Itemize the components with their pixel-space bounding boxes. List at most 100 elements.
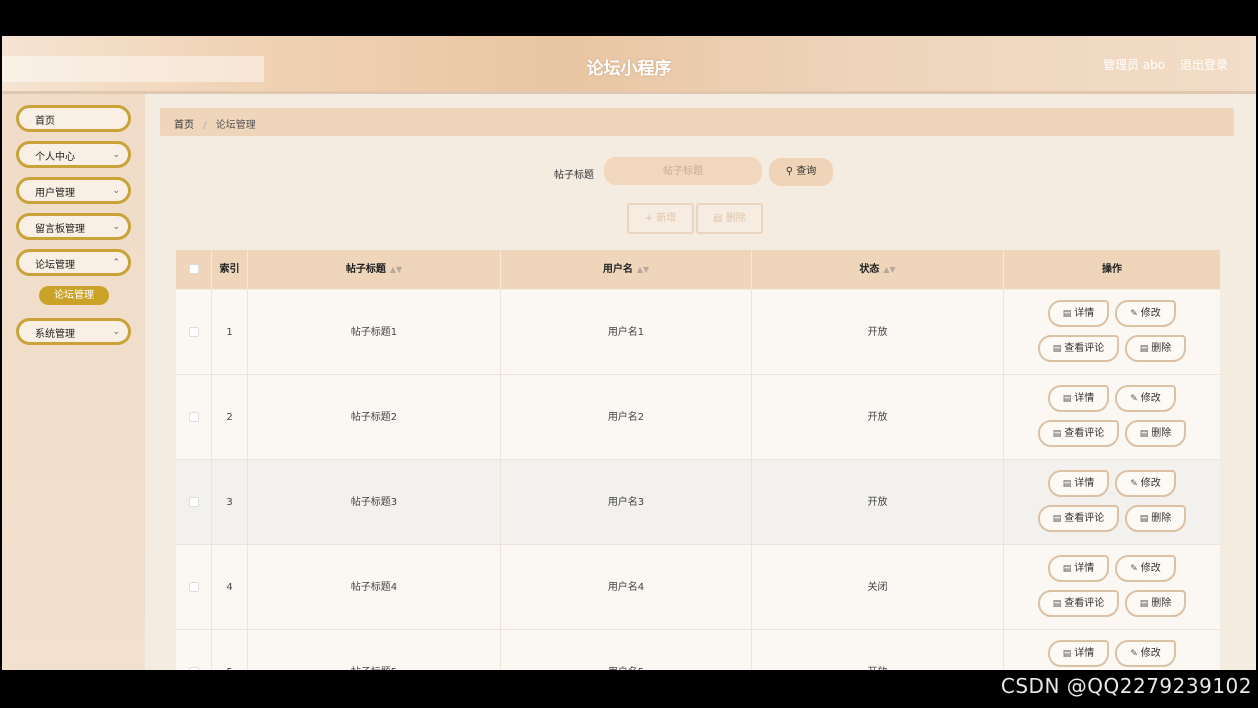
cell-status: 开放 [752,460,1004,545]
document-icon: ▤ [1052,344,1062,354]
row-checkbox[interactable] [188,582,199,592]
delete-button-label: 删除 [1151,598,1172,609]
sidebar-item-messageboard[interactable]: 留言板管理 ⌄ [16,213,131,240]
sort-icon[interactable]: ▲▼ [637,265,649,274]
logout-link[interactable]: 退出登录 [1180,56,1228,73]
view-comments-label: 查看评论 [1064,513,1105,524]
column-header-index: 索引 [212,250,248,289]
cell-status: 开放 [752,630,1004,670]
edit-button-label: 修改 [1140,308,1161,319]
document-icon: ▤ [1062,394,1072,404]
cell-title: 帖子标题1 [248,290,501,375]
row-checkbox[interactable] [188,327,199,337]
sidebar-item-label: 用户管理 [35,188,75,199]
column-header-user[interactable]: 用户名 ▲▼ [501,250,752,289]
detail-button-label: 详情 [1074,563,1095,574]
column-header-status[interactable]: 状态 ▲▼ [752,250,1004,289]
breadcrumb-current: 论坛管理 [215,120,256,131]
watermark-text: CSDN @QQ2279239102 [1000,674,1252,698]
cell-index: 2 [212,375,248,460]
pencil-icon: ✎ [1130,394,1138,404]
delete-button[interactable]: ▤ 删除 [1125,590,1186,617]
cell-actions: ▤详情✎修改▤查看评论▤删除 [1004,460,1220,545]
view-comments-label: 查看评论 [1064,598,1105,609]
edit-button-label: 修改 [1140,563,1161,574]
batch-delete-label: 删除 [725,213,746,224]
row-checkbox[interactable] [188,412,199,422]
app-window: 论坛小程序 管理员 abo 退出登录 首页 个人中心 ⌄ 用户管理 ⌄ 留言板管… [2,36,1256,670]
view-comments-button[interactable]: ▤ 查看评论 [1038,335,1119,362]
detail-button-label: 详情 [1074,478,1095,489]
letterbox-top [0,0,1258,36]
sidebar-subitem-forum-manage[interactable]: 论坛管理 [39,286,109,305]
cell-actions: ▤详情✎修改▤查看评论▤删除 [1004,375,1220,460]
chevron-down-icon: ⌄ [112,327,120,337]
view-comments-label: 查看评论 [1064,343,1105,354]
search-input[interactable] [604,157,762,185]
pencil-icon: ✎ [1130,479,1138,489]
row-checkbox[interactable] [188,497,199,507]
select-all-checkbox[interactable] [188,264,199,274]
delete-button[interactable]: ▤ 删除 [1125,505,1186,532]
detail-button[interactable]: ▤ 详情 [1048,640,1109,667]
view-comments-button[interactable]: ▤ 查看评论 [1038,420,1119,447]
sort-icon[interactable]: ▲▼ [390,265,402,274]
add-button[interactable]: + 新增 [627,203,694,234]
sidebar-item-forum[interactable]: 论坛管理 ⌃ [16,249,131,276]
sort-icon[interactable]: ▲▼ [883,265,895,274]
table-row: 1 帖子标题1 用户名1 开放 ▤ 详情 ✎ 修改 ▤ 查看评论 ▤ 删除 [176,290,1220,375]
detail-button-label: 详情 [1074,648,1095,659]
sidebar-item-users[interactable]: 用户管理 ⌄ [16,177,131,204]
delete-button-label: 删除 [1151,513,1172,524]
edit-button-label: 修改 [1140,478,1161,489]
detail-button[interactable]: ▤ 详情 [1048,470,1109,497]
delete-button[interactable]: ▤ 删除 [1125,335,1186,362]
edit-button[interactable]: ✎ 修改 [1115,470,1176,497]
document-icon: ▤ [1062,649,1072,659]
cell-user: 用户名5 [501,630,752,670]
sidebar-item-label: 系统管理 [35,329,75,340]
sidebar-item-home[interactable]: 首页 [16,105,131,132]
add-button-label: 新增 [656,213,677,224]
edit-button-label: 修改 [1140,648,1161,659]
table-row: 3 帖子标题3 用户名3 开放 ▤ 详情 ✎ 修改 ▤ 查看评论 ▤ 删除 [176,460,1220,545]
document-icon: ▤ [1062,309,1072,319]
sidebar-item-label: 首页 [35,116,55,127]
detail-button[interactable]: ▤ 详情 [1048,300,1109,327]
cell-title: 帖子标题3 [248,460,501,545]
cell-index: 3 [212,460,248,545]
column-header-title[interactable]: 帖子标题 ▲▼ [248,250,501,289]
sidebar-item-profile[interactable]: 个人中心 ⌄ [16,141,131,168]
detail-button-label: 详情 [1074,393,1095,404]
edit-button[interactable]: ✎ 修改 [1115,640,1176,667]
sidebar-item-system[interactable]: 系统管理 ⌄ [16,318,131,345]
top-header: 论坛小程序 管理员 abo 退出登录 [2,36,1256,94]
cell-title: 帖子标题2 [248,375,501,460]
delete-button[interactable]: ▤ 删除 [1125,420,1186,447]
chevron-down-icon: ⌄ [112,222,120,232]
cell-index: 1 [212,290,248,375]
table-row: 4 帖子标题4 用户名4 关闭 ▤ 详情 ✎ 修改 ▤ 查看评论 ▤ 删除 [176,545,1220,630]
cell-actions: ▤详情✎修改▤查看评论▤删除 [1004,290,1220,375]
chevron-down-icon: ⌄ [112,150,120,160]
view-comments-button[interactable]: ▤ 查看评论 [1038,590,1119,617]
edit-button-label: 修改 [1140,393,1161,404]
column-header-label: 用户名 [602,264,633,275]
chevron-up-icon: ⌃ [112,258,120,268]
edit-button[interactable]: ✎ 修改 [1115,300,1176,327]
query-button[interactable]: ⚲ 查询 [769,158,833,186]
view-comments-button[interactable]: ▤ 查看评论 [1038,505,1119,532]
detail-button[interactable]: ▤ 详情 [1048,385,1109,412]
edit-button[interactable]: ✎ 修改 [1115,385,1176,412]
breadcrumb-home[interactable]: 首页 [174,120,194,131]
batch-delete-button[interactable]: ▤ 删除 [696,203,763,234]
document-icon: ▤ [1062,564,1072,574]
edit-button[interactable]: ✎ 修改 [1115,555,1176,582]
trash-icon: ▤ [1139,344,1149,354]
select-all-cell [176,250,212,289]
detail-button[interactable]: ▤ 详情 [1048,555,1109,582]
pencil-icon: ✎ [1130,309,1138,319]
row-checkbox-cell [176,290,212,375]
plus-icon: + [644,213,654,224]
cell-status: 关闭 [752,545,1004,630]
